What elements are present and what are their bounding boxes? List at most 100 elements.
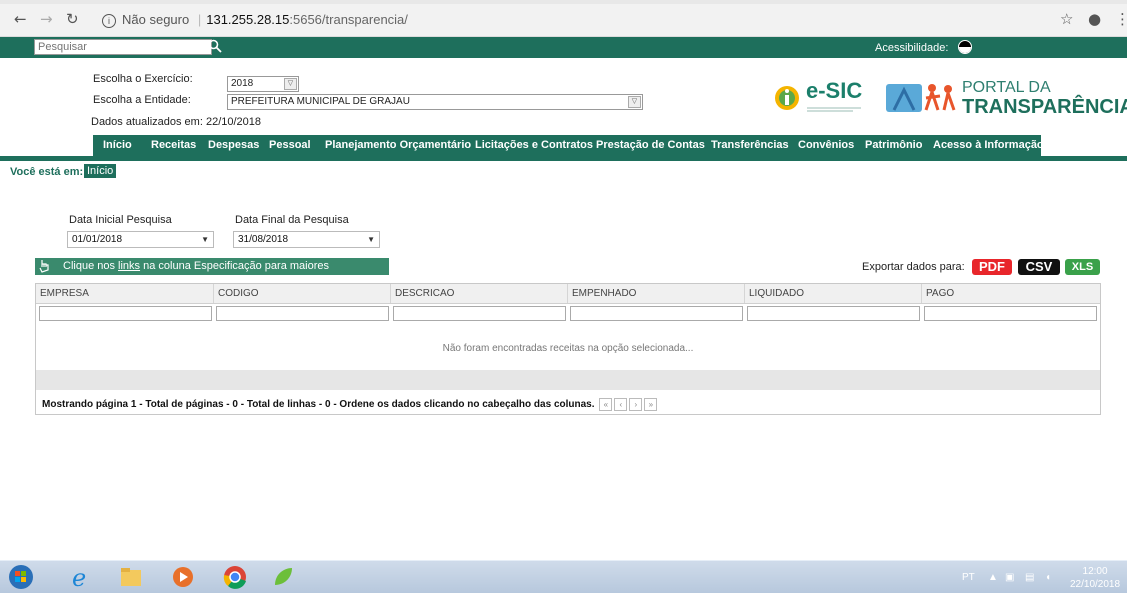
- system-clock[interactable]: 12:00 22/10/2018: [1070, 565, 1120, 591]
- chevron-down-icon: ▽: [284, 78, 297, 90]
- empty-message: Não foram encontradas receitas na opção …: [442, 343, 694, 354]
- media-player-icon[interactable]: [170, 564, 196, 590]
- data-inicial-select[interactable]: 01/01/2018 ▼: [67, 231, 214, 248]
- filter-descricao-input[interactable]: [393, 306, 566, 321]
- reload-icon[interactable]: ↻: [66, 10, 79, 28]
- network-icon[interactable]: ▣: [1005, 572, 1014, 583]
- table-footer-bar: [36, 370, 1100, 390]
- site-topbar: Acessibilidade:: [0, 37, 1127, 58]
- menu-item-planejamento[interactable]: Planejamento Orçamentário: [325, 139, 471, 151]
- next-page-icon[interactable]: ›: [629, 398, 643, 411]
- profile-icon[interactable]: ●: [1088, 10, 1101, 28]
- breadcrumb-label: Você está em:: [10, 166, 84, 178]
- svg-text:e: e: [72, 564, 86, 590]
- search-icon[interactable]: [207, 38, 223, 54]
- start-button-icon[interactable]: [8, 564, 34, 590]
- export-csv-button[interactable]: CSV: [1018, 259, 1060, 275]
- windows-taskbar: e PT ▲ ▣ ▤ ◖ 12:00 22/10/2018: [0, 560, 1127, 593]
- exercicio-label: Escolha o Exercício:: [93, 73, 193, 85]
- export-pdf-button[interactable]: PDF: [972, 259, 1012, 275]
- export-xls-button[interactable]: XLS: [1065, 259, 1100, 275]
- info-prefix: Clique nos: [63, 260, 119, 272]
- col-codigo[interactable]: CODIGO: [214, 284, 391, 303]
- export-label: Exportar dados para:: [862, 261, 965, 273]
- menu-item-transferencias[interactable]: Transferências: [711, 139, 789, 151]
- security-label: Não seguro: [122, 12, 190, 27]
- info-icon[interactable]: i: [102, 14, 116, 28]
- menu-item-prestacao[interactable]: Prestação de Contas: [596, 139, 705, 151]
- entidade-value: PREFEITURA MUNICIPAL DE GRAJAU: [231, 96, 410, 107]
- entidade-select[interactable]: PREFEITURA MUNICIPAL DE GRAJAU ▽: [227, 94, 643, 110]
- last-page-icon[interactable]: »: [644, 398, 658, 411]
- exercicio-value: 2018: [231, 78, 254, 89]
- menu-item-patrimonio[interactable]: Patrimônio: [865, 139, 922, 151]
- main-menu: Início Receitas Despesas Pessoal Planeja…: [93, 135, 1044, 156]
- leaf-app-icon[interactable]: [270, 564, 296, 590]
- prev-page-icon[interactable]: ‹: [614, 398, 628, 411]
- url-host: 131.255.28.15: [206, 12, 290, 27]
- address-bar[interactable]: i Não seguro | 131.255.28.15:5656/transpar…: [102, 12, 408, 28]
- data-final-value: 31/08/2018: [238, 234, 289, 245]
- updated-date: Dados atualizados em: 22/10/2018: [91, 116, 262, 128]
- filter-liquidado-input[interactable]: [747, 306, 920, 321]
- info-banner: Clique nos links na coluna Especificação…: [35, 258, 389, 289]
- filter-pago-input[interactable]: [924, 306, 1097, 321]
- col-empresa[interactable]: EMPRESA: [36, 284, 214, 303]
- col-liquidado[interactable]: LIQUIDADO: [745, 284, 922, 303]
- browser-toolbar: ← → ↻ i Não seguro | 131.255.28.15:5656/tr…: [0, 0, 1127, 37]
- esic-logo-text: e-SIC: [806, 78, 863, 103]
- menu-dots-icon[interactable]: ⋮: [1115, 10, 1127, 28]
- entidade-label: Escolha a Entidade:: [93, 94, 191, 106]
- dropdown-arrow-icon: ▼: [201, 235, 209, 244]
- col-descricao[interactable]: DESCRICAO: [391, 284, 568, 303]
- menu-item-inicio[interactable]: Início: [103, 139, 132, 151]
- tab-strip: [0, 0, 1127, 4]
- url-path: :5656/transparencia/: [289, 12, 408, 27]
- menu-item-convenios[interactable]: Convênios: [798, 139, 854, 151]
- clock-time: 12:00: [1082, 566, 1108, 577]
- filter-empenhado-input[interactable]: [570, 306, 743, 321]
- chevron-down-icon: ▽: [628, 96, 641, 108]
- menu-item-despesas[interactable]: Despesas: [208, 139, 259, 151]
- filter-empresa-input[interactable]: [39, 306, 212, 321]
- menu-item-receitas[interactable]: Receitas: [151, 139, 196, 151]
- portal-title-line2: TRANSPARÊNCIA: [962, 96, 1127, 118]
- first-page-icon[interactable]: «: [599, 398, 613, 411]
- portal-title-line1: PORTAL DA: [962, 79, 1051, 96]
- file-explorer-icon[interactable]: [118, 564, 144, 590]
- info-link[interactable]: links: [118, 260, 140, 272]
- col-pago[interactable]: PAGO: [922, 284, 1100, 303]
- volume-icon[interactable]: ◖: [1045, 572, 1051, 583]
- col-empenhado[interactable]: EMPENHADO: [568, 284, 745, 303]
- chrome-icon[interactable]: [222, 564, 248, 590]
- menu-item-pessoal[interactable]: Pessoal: [269, 139, 311, 151]
- filter-codigo-input[interactable]: [216, 306, 389, 321]
- bookmark-star-icon[interactable]: ☆: [1060, 10, 1073, 28]
- internet-explorer-icon[interactable]: e: [68, 564, 94, 590]
- accessibility-label: Acessibilidade:: [875, 42, 949, 54]
- contrast-icon[interactable]: [958, 40, 972, 54]
- breadcrumb-current[interactable]: Início: [84, 164, 117, 178]
- pager-text: Mostrando página 1 - Total de páginas - …: [42, 399, 595, 411]
- data-inicial-label: Data Inicial Pesquisa: [69, 214, 172, 226]
- data-final-select[interactable]: 31/08/2018 ▼: [233, 231, 380, 248]
- data-inicial-value: 01/01/2018: [72, 234, 123, 245]
- clock-date: 22/10/2018: [1070, 579, 1121, 590]
- menu-item-acesso-informacao[interactable]: Acesso à Informação: [933, 139, 1044, 151]
- exercicio-select[interactable]: 2018 ▽: [227, 76, 299, 92]
- dropdown-arrow-icon: ▼: [367, 235, 375, 244]
- language-indicator[interactable]: PT: [962, 572, 975, 583]
- menu-divider: [0, 156, 1127, 161]
- search-input[interactable]: [34, 39, 212, 55]
- forward-icon[interactable]: →: [40, 10, 53, 28]
- menu-item-licitacoes[interactable]: Licitações e Contratos: [475, 139, 593, 151]
- display-icon[interactable]: ▤: [1025, 572, 1034, 583]
- portal-transparencia-logo-icon[interactable]: [886, 80, 958, 116]
- data-final-label: Data Final da Pesquisa: [235, 214, 349, 226]
- pointer-hand-icon: [39, 260, 49, 273]
- results-table: EMPRESA CODIGO DESCRICAO EMPENHADO LIQUI…: [35, 283, 1101, 415]
- tray-expand-icon[interactable]: ▲: [988, 572, 998, 583]
- pager: Mostrando página 1 - Total de páginas - …: [42, 398, 658, 411]
- table-header: EMPRESA CODIGO DESCRICAO EMPENHADO LIQUI…: [36, 284, 1100, 304]
- back-icon[interactable]: ←: [14, 10, 27, 28]
